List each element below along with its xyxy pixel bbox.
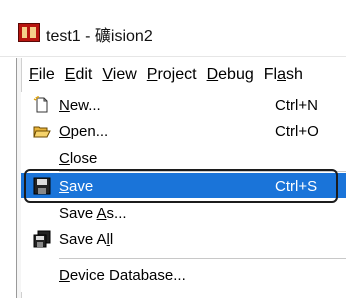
menu-item-save[interactable]: Save Ctrl+S — [21, 173, 346, 198]
save-all-icon — [33, 230, 51, 248]
title-project-name: test1 — [46, 28, 81, 45]
menu-bar-items: File Edit View Project Debug Flash — [29, 66, 313, 84]
menu-item-save-all-label: Save All — [59, 231, 114, 248]
menu-item-close-label: Close — [59, 150, 98, 167]
new-file-icon — [33, 96, 51, 114]
menu-item-save-as[interactable]: Save As... — [21, 200, 346, 226]
menu-item-new[interactable]: New... Ctrl+N — [21, 92, 346, 118]
keil-uvision-icon[interactable] — [18, 23, 40, 42]
title-product-name: 礦ision2 — [94, 28, 153, 45]
shortcut-new: Ctrl+N — [275, 97, 318, 114]
menu-project[interactable]: Project — [147, 66, 197, 84]
window-title: test1 - 礦ision2 — [46, 22, 153, 46]
menu-separator — [59, 258, 346, 259]
menu-item-save-label: Save — [59, 178, 94, 195]
menu-item-device-database[interactable]: Device Database... — [21, 262, 346, 288]
menu-flash[interactable]: Flash — [264, 66, 303, 84]
menu-item-open[interactable]: Open... Ctrl+O — [21, 118, 346, 144]
menu-item-device-database-label: Device Database... — [59, 267, 186, 284]
floppy-disk-icon — [33, 177, 51, 195]
file-menu-dropdown: New... Ctrl+N Open... Ctrl+O Close Save … — [21, 92, 346, 292]
menu-item-save-all[interactable]: Save All — [21, 226, 346, 252]
menu-separator — [59, 171, 346, 172]
shortcut-open: Ctrl+O — [275, 123, 319, 140]
shortcut-save: Ctrl+S — [275, 178, 318, 195]
menu-item-close[interactable]: Close — [21, 145, 346, 171]
open-folder-icon — [33, 122, 51, 140]
menu-debug[interactable]: Debug — [207, 66, 254, 84]
menu-item-open-label: Open... — [59, 123, 109, 140]
menu-item-new-label: New... — [59, 97, 101, 114]
title-bar: test1 - 礦ision2 — [0, 0, 346, 57]
menu-item-save-as-label: Save As... — [59, 205, 127, 222]
menu-edit[interactable]: Edit — [65, 66, 93, 84]
title-separator: - — [80, 28, 95, 45]
menu-view[interactable]: View — [102, 66, 136, 84]
menu-file[interactable]: File — [29, 66, 55, 84]
